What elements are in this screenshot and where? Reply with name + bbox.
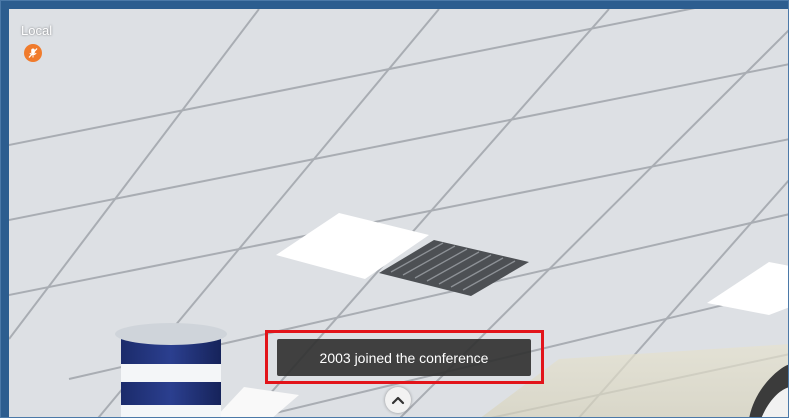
conference-window: Local 2003 joined the conference [0,0,789,418]
mic-muted-icon [24,44,42,62]
expand-toolbar-button[interactable] [385,387,411,413]
local-video-label: Local [21,23,53,38]
join-notification-toast: 2003 joined the conference [277,339,531,376]
chevron-up-icon [391,396,405,405]
